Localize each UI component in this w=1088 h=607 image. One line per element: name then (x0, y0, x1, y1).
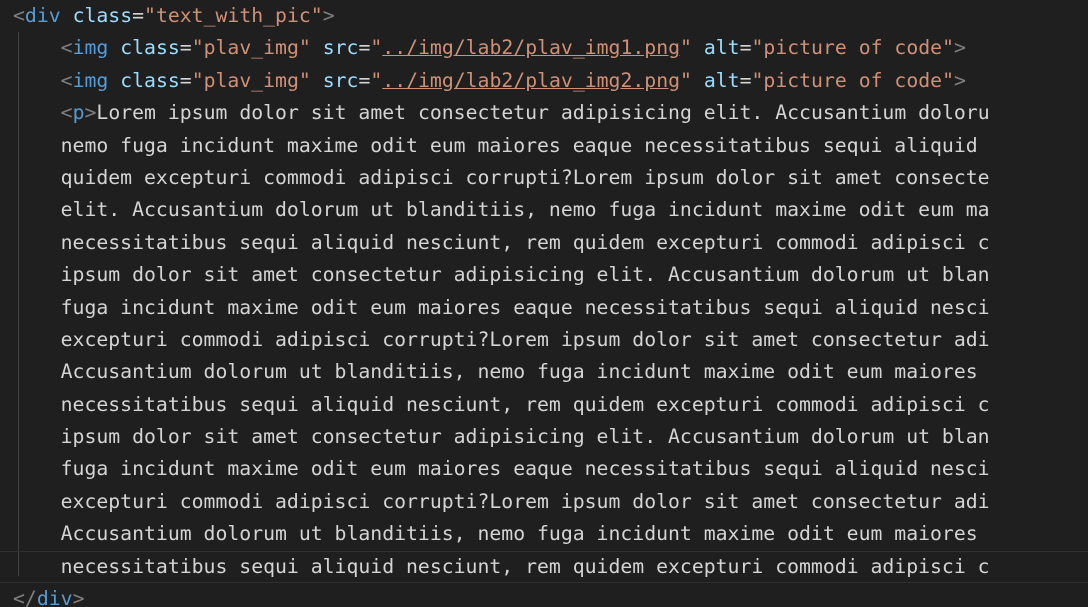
attribute-value: "plav_img" (191, 68, 311, 92)
code-line-8[interactable]: necessitatibus sequi aliquid nesciunt, r… (0, 227, 1088, 259)
code-line-14[interactable]: ipsum dolor sit amet consectetur adipisi… (0, 421, 1088, 453)
code-line-5[interactable]: nemo fuga incidunt maxime odit eum maior… (0, 130, 1088, 162)
attribute-name: class (72, 4, 133, 27)
src-path-link[interactable]: ../img/lab2/plav_img2.png (382, 69, 680, 92)
paragraph-text: necessitatibus sequi aliquid nesciunt, r… (60, 392, 990, 416)
attribute-value: "picture of code" (751, 36, 954, 60)
tag-name: p (72, 101, 85, 125)
paragraph-text: elit. Accusantium dolorum ut blanditiis,… (60, 198, 990, 222)
attribute-value: "picture of code" (751, 68, 954, 92)
tag-name: div (36, 587, 73, 607)
attribute-name: alt (703, 36, 740, 60)
attribute-name: src (322, 68, 359, 92)
code-line-16[interactable]: excepturi commodi adipisci corrupti?Lore… (0, 486, 1088, 518)
tag-close-bracket: > (322, 4, 335, 27)
paragraph-text: necessitatibus sequi aliquid nesciunt, r… (60, 230, 990, 254)
code-line-7[interactable]: elit. Accusantium dolorum ut blanditiis,… (0, 194, 1088, 226)
code-line-11[interactable]: excepturi commodi adipisci corrupti?Lore… (0, 324, 1088, 356)
attribute-name: alt (703, 68, 740, 92)
attribute-value: "text_with_pic" (144, 4, 323, 27)
attribute-value: "plav_img" (191, 36, 311, 60)
code-line-1[interactable]: <div class="text_with_pic"> (0, 0, 1088, 32)
code-line-17[interactable]: Accusantium dolorum ut blanditiis, nemo … (0, 518, 1088, 550)
code-line-9[interactable]: ipsum dolor sit amet consectetur adipisi… (0, 259, 1088, 291)
code-line-6[interactable]: quidem excepturi commodi adipisci corrup… (0, 162, 1088, 194)
paragraph-text: necessitatibus sequi aliquid nesciunt, r… (60, 554, 990, 578)
code-line-10[interactable]: fuga incidunt maxime odit eum maiores ea… (0, 292, 1088, 324)
paragraph-text: Accusantium dolorum ut blanditiis, nemo … (60, 360, 978, 384)
attribute-name: class (120, 36, 180, 60)
code-line-18-current[interactable]: necessitatibus sequi aliquid nesciunt, r… (0, 550, 1088, 584)
tag-name: img (72, 36, 109, 60)
code-line-15[interactable]: fuga incidunt maxime odit eum maiores ea… (0, 453, 1088, 485)
paragraph-text: ipsum dolor sit amet consectetur adipisi… (60, 425, 990, 449)
paragraph-text: nemo fuga incidunt maxime odit eum maior… (60, 133, 978, 157)
code-line-3[interactable]: <img class="plav_img" src="../img/lab2/p… (0, 65, 1088, 97)
tag-open-bracket: < (13, 4, 25, 27)
tag-name: div (24, 4, 61, 27)
code-line-4[interactable]: <p>Lorem ipsum dolor sit amet consectetu… (0, 97, 1088, 129)
src-path-link[interactable]: ../img/lab2/plav_img1.png (382, 36, 680, 59)
attribute-name: src (322, 36, 359, 60)
code-editor[interactable]: <div class="text_with_pic"> <img class="… (0, 0, 1088, 607)
code-line-13[interactable]: necessitatibus sequi aliquid nesciunt, r… (0, 389, 1088, 421)
paragraph-text: ipsum dolor sit amet consectetur adipisi… (60, 263, 990, 287)
paragraph-text: quidem excepturi commodi adipisci corrup… (60, 165, 990, 189)
paragraph-text: Accusantium dolorum ut blanditiis, nemo … (60, 522, 978, 546)
paragraph-text: fuga incidunt maxime odit eum maiores ea… (60, 295, 990, 319)
code-line-12[interactable]: Accusantium dolorum ut blanditiis, nemo … (0, 356, 1088, 388)
code-line-2[interactable]: <img class="plav_img" src="../img/lab2/p… (0, 32, 1088, 64)
tag-name: img (72, 68, 109, 92)
attribute-name: class (120, 68, 180, 92)
paragraph-text: fuga incidunt maxime odit eum maiores ea… (60, 457, 990, 481)
paragraph-text: excepturi commodi adipisci corrupti?Lore… (60, 327, 990, 351)
code-line-19[interactable]: </div> (0, 583, 1088, 607)
paragraph-text: Lorem ipsum dolor sit amet consectetur a… (96, 101, 990, 125)
paragraph-text: excepturi commodi adipisci corrupti?Lore… (60, 489, 990, 513)
